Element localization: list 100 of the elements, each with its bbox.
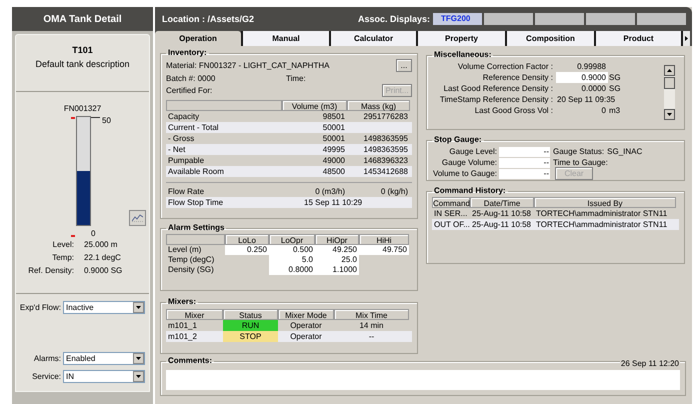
tank-description: Default tank description [35, 59, 130, 70]
scrollbar[interactable] [664, 65, 675, 120]
group-title: Stop Gauge: [433, 135, 483, 145]
table-cell: 5.0 [269, 255, 315, 265]
material-label: Material: FN001327 - LIGHT_CAT_NAPHTHA [166, 60, 330, 70]
table-cell-text: 50001 [322, 133, 346, 144]
input-field[interactable]: -- [499, 158, 550, 168]
field-label: Gauge Volume: [440, 157, 498, 168]
column-header: HiOpr [315, 234, 359, 245]
input-field[interactable]: 0.9000 [556, 72, 608, 83]
arrow-down-icon [664, 109, 675, 120]
tab[interactable]: Product [594, 31, 681, 46]
column-header: Command [432, 197, 470, 208]
dropdown-arrow-icon [136, 357, 141, 360]
dropdown[interactable]: Inactive [63, 301, 145, 314]
table-cell-text: m101_2 [167, 331, 198, 342]
table-cell-text: 25-Aug-11 10:58 [471, 208, 532, 219]
field-label: Volume Correction Factor : [456, 61, 554, 72]
display-button[interactable]: TFG200 [433, 13, 482, 25]
column-header: Issued By [534, 197, 676, 208]
alarm-marker [71, 235, 75, 237]
table-cell: 49.750 [359, 245, 409, 255]
field-label: Service: [32, 371, 61, 382]
unit-label: SG [608, 72, 621, 83]
table-cell-text: OUT OF... [433, 219, 470, 230]
dropdown-arrow-icon [136, 375, 141, 378]
button[interactable]: ... [396, 58, 412, 72]
table-cell-text: 49995 [322, 144, 346, 155]
table-cell-text: Capacity [167, 111, 200, 122]
chart-line-icon [132, 214, 143, 222]
reading-value: 22.1 degC [84, 252, 122, 264]
field-label: Volume to Gauge: [432, 168, 498, 179]
panel-title: OMA Tank Detail [43, 14, 122, 24]
field-value: 0.0000 [580, 83, 607, 94]
tab-scroll-button[interactable] [681, 31, 690, 46]
tab[interactable]: Operation [155, 31, 241, 46]
table-cell-text: m101_1 [167, 320, 198, 331]
field-label: Last Good Reference Density : [442, 83, 554, 94]
table-cell-text: 0 (kg/h) [380, 186, 409, 197]
column-header: LoOpr [269, 234, 315, 245]
table-cell-text: IN SER... [433, 208, 468, 219]
table-cell-text: 0 (m3/h) [314, 186, 346, 197]
input-field[interactable]: -- [499, 146, 550, 156]
comment-timestamp: 26 Sep 11 12:20 [620, 358, 680, 369]
table-cell-text: 49000 [322, 155, 346, 166]
reading-label: Level: [52, 239, 74, 251]
trend-button[interactable] [129, 210, 146, 226]
comments-field[interactable] [166, 370, 680, 390]
table-cell-text: 98501 [322, 111, 346, 122]
field-label: Reference Density : [482, 72, 554, 83]
column-header: Mixer Mode [278, 309, 334, 320]
column-header: LoLo [225, 234, 269, 245]
dropdown[interactable]: Enabled [63, 352, 145, 365]
dropdown[interactable]: IN [63, 370, 145, 383]
tab[interactable]: Property [416, 31, 505, 46]
display-slot[interactable] [586, 13, 636, 25]
field-label: Time to Gauge: [552, 157, 608, 168]
table-cell-text: Operator [289, 331, 323, 342]
field-label: Gauge Level: [448, 146, 498, 157]
table-cell-text: - Gross [167, 133, 196, 144]
unit-label: m3 [608, 105, 620, 116]
display-slot[interactable] [484, 13, 534, 25]
table-cell-text: Operator [289, 320, 323, 331]
group-title: Mixers: [167, 297, 198, 307]
column-header: Volume (m3) [282, 100, 347, 111]
column-header: Status [223, 309, 278, 320]
row-label: Density (SG) [167, 265, 215, 275]
table-cell-text: 14 min [358, 320, 384, 331]
table-cell-text: TORTECH\ammadministrator STN11 [535, 219, 668, 230]
column-header: Mixer [166, 309, 223, 320]
table-cell-text: 2951776283 [362, 111, 409, 122]
row-label: Level (m) [167, 245, 202, 255]
dropdown-arrow-icon [136, 306, 141, 309]
status-cell: RUN [223, 320, 278, 331]
field-value: 20 Sep 11 09:35 [556, 94, 616, 105]
table-cell: 0.250 [225, 245, 269, 255]
column-header-blank [166, 234, 225, 245]
row-label: Temp (degC) [167, 255, 216, 265]
input-field[interactable]: -- [499, 168, 550, 178]
batch-label: Batch #: 0000 [166, 72, 216, 84]
table-cell-text: 1498363595 [362, 144, 409, 155]
location-label: Location : /Assets/G2 [162, 14, 256, 24]
tab[interactable]: Manual [241, 31, 329, 46]
field-label: Gauge Status: [552, 146, 604, 157]
reading-label: Ref. Density: [27, 265, 74, 277]
tab[interactable]: Composition [505, 31, 594, 46]
arrow-right-icon [685, 36, 688, 41]
material-code: FN001327 [64, 103, 102, 114]
table-cell: 49.250 [315, 245, 359, 255]
table-cell: 0.8000 [269, 265, 315, 275]
certified-label: Certified For: [166, 85, 212, 96]
table-cell-text: - Net [167, 144, 186, 155]
display-slot[interactable] [637, 13, 686, 25]
table-cell: 25.0 [315, 255, 359, 265]
tank-id: T101 [72, 45, 93, 56]
display-slot[interactable] [535, 13, 584, 25]
table-cell-text: Flow Rate [167, 186, 206, 197]
group-title: Miscellaneous: [433, 50, 492, 60]
table-cell-text: TORTECH\ammadministrator STN11 [535, 208, 668, 219]
tab[interactable]: Calculator [329, 31, 416, 46]
